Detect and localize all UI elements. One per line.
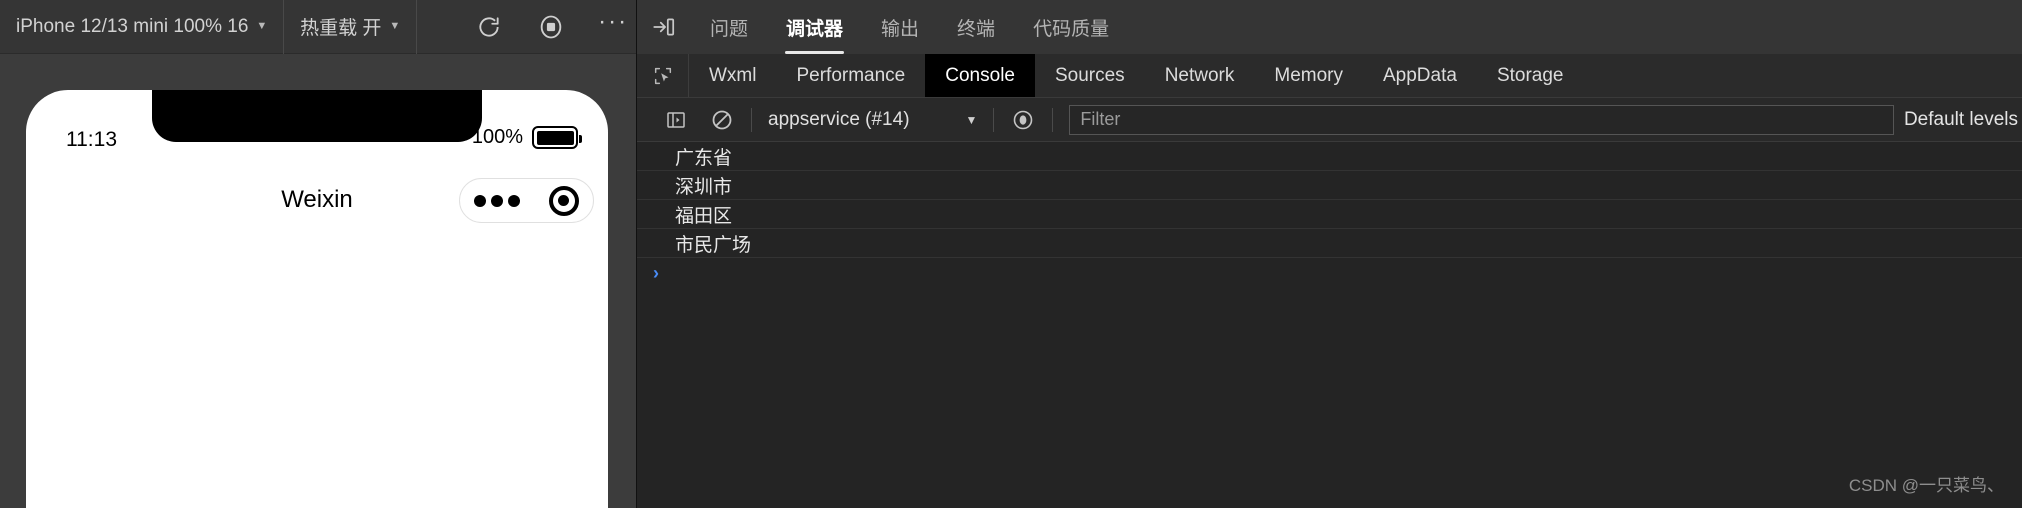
status-bar-right: 100%	[471, 126, 582, 149]
console-log-text: 深圳市	[675, 176, 733, 198]
record-icon	[540, 15, 562, 38]
app-root: iPhone 12/13 mini 100% 16 ▼ 热重载 开 ▼ ··· …	[0, 0, 2022, 508]
devtab-network-label: Network	[1164, 64, 1235, 86]
tab-debugger-label: 调试器	[786, 18, 844, 40]
devtab-performance[interactable]: Performance	[776, 54, 925, 97]
toolbar-divider	[1052, 107, 1054, 132]
console-log-row[interactable]: 福田区	[637, 200, 2022, 229]
live-expression-icon	[1014, 110, 1033, 129]
devtools-pane: 问题 调试器 输出 终端 代码质量 Wxml Performance Conso…	[636, 0, 2022, 508]
console-context-selector[interactable]: appservice (#14) ▼	[758, 98, 987, 142]
devtab-sources[interactable]: Sources	[1035, 54, 1145, 97]
miniapp-navbar: Weixin	[26, 164, 608, 236]
devtab-storage[interactable]: Storage	[1477, 54, 1584, 97]
simulator-toolbar: iPhone 12/13 mini 100% 16 ▼ 热重载 开 ▼ ···	[0, 0, 636, 54]
more-options-icon: ···	[598, 7, 629, 35]
phone-frame: 11:13 100% Weixin	[26, 90, 608, 508]
prompt-chevron-icon: ›	[653, 262, 659, 283]
page-title: Weixin	[281, 186, 353, 213]
devtab-memory-label: Memory	[1274, 64, 1343, 86]
console-log-text: 福田区	[675, 205, 733, 227]
tab-problems[interactable]: 问题	[691, 0, 767, 54]
toolbar-divider	[751, 107, 752, 132]
devtab-appdata-label: AppData	[1383, 64, 1457, 86]
chevron-down-icon: ▼	[965, 112, 978, 127]
console-toolbar: appservice (#14) ▼ Default levels	[637, 98, 2022, 142]
live-expression-button[interactable]	[1000, 98, 1046, 142]
simulator-pane: iPhone 12/13 mini 100% 16 ▼ 热重载 开 ▼ ··· …	[0, 0, 636, 508]
chevron-down-icon: ▼	[389, 20, 401, 32]
devtab-storage-label: Storage	[1496, 64, 1564, 86]
more-options-button[interactable]: ···	[590, 0, 636, 54]
devtab-wxml-label: Wxml	[709, 64, 757, 86]
devtab-network[interactable]: Network	[1145, 54, 1255, 97]
chevron-down-icon: ▼	[256, 20, 268, 32]
devtab-appdata[interactable]: AppData	[1363, 54, 1477, 97]
panel-collapse-icon	[653, 18, 675, 36]
console-log-text: 市民广场	[675, 234, 752, 256]
devtab-performance-label: Performance	[796, 64, 906, 86]
device-selector-label: iPhone 12/13 mini 100% 16	[16, 15, 249, 37]
tab-code-quality[interactable]: 代码质量	[1014, 0, 1128, 54]
tab-terminal[interactable]: 终端	[938, 0, 1014, 54]
phone-notch	[152, 90, 482, 142]
console-log-row[interactable]: 市民广场	[637, 229, 2022, 258]
devtab-wxml[interactable]: Wxml	[689, 54, 776, 97]
console-log-row[interactable]: 广东省	[637, 142, 2022, 171]
console-sidebar-button[interactable]	[653, 98, 699, 142]
console-context-label: appservice (#14)	[768, 108, 910, 130]
tab-output[interactable]: 输出	[862, 0, 938, 54]
devtools-topbar: 问题 调试器 输出 终端 代码质量	[637, 0, 2022, 54]
capsule-button-group[interactable]	[459, 178, 594, 223]
device-selector[interactable]: iPhone 12/13 mini 100% 16 ▼	[0, 0, 283, 54]
clear-console-button[interactable]	[699, 98, 745, 142]
status-bar-time: 11:13	[66, 128, 117, 151]
hot-reload-label: 热重载 开	[300, 18, 382, 39]
refresh-button[interactable]	[466, 0, 512, 54]
tab-output-label: 输出	[881, 18, 920, 40]
tab-problems-label: 问题	[710, 18, 749, 40]
console-sidebar-icon	[667, 111, 685, 128]
three-dots-icon[interactable]	[474, 194, 521, 207]
simulator-body: 11:13 100% Weixin	[0, 54, 636, 508]
console-output[interactable]: 广东省 深圳市 福田区 市民广场 › CSDN @一只菜鸟、	[637, 142, 2022, 508]
hot-reload-selector[interactable]: 热重载 开 ▼	[284, 0, 416, 54]
battery-percent-label: 100%	[471, 126, 523, 148]
tab-code-quality-label: 代码质量	[1033, 18, 1110, 40]
devtab-console[interactable]: Console	[925, 54, 1035, 97]
watermark: CSDN @一只菜鸟、	[1848, 476, 2004, 495]
toolbar-divider	[993, 107, 995, 132]
tab-terminal-label: 终端	[957, 18, 996, 40]
refresh-icon	[479, 16, 499, 37]
devtab-console-label: Console	[945, 64, 1015, 86]
clear-console-icon	[712, 110, 732, 129]
console-levels-selector[interactable]: Default levels	[1904, 109, 2022, 131]
inspect-element-button[interactable]	[637, 54, 689, 97]
panel-collapse-button[interactable]	[637, 0, 691, 54]
tab-debugger[interactable]: 调试器	[767, 0, 862, 54]
target-circle-icon[interactable]	[548, 185, 579, 216]
console-log-text: 广东省	[675, 147, 733, 169]
devtools-tabstrip: Wxml Performance Console Sources Network…	[637, 54, 2022, 98]
inspect-cursor-icon	[654, 67, 671, 84]
console-log-row[interactable]: 深圳市	[637, 171, 2022, 200]
record-button[interactable]	[528, 0, 574, 54]
toolbar-divider	[416, 0, 418, 54]
console-levels-label: Default levels	[1903, 108, 2018, 130]
devtab-sources-label: Sources	[1054, 64, 1125, 86]
battery-icon	[532, 126, 582, 149]
console-prompt[interactable]: ›	[637, 258, 2022, 288]
devtab-memory[interactable]: Memory	[1254, 54, 1363, 97]
console-filter-input[interactable]	[1069, 104, 1894, 135]
